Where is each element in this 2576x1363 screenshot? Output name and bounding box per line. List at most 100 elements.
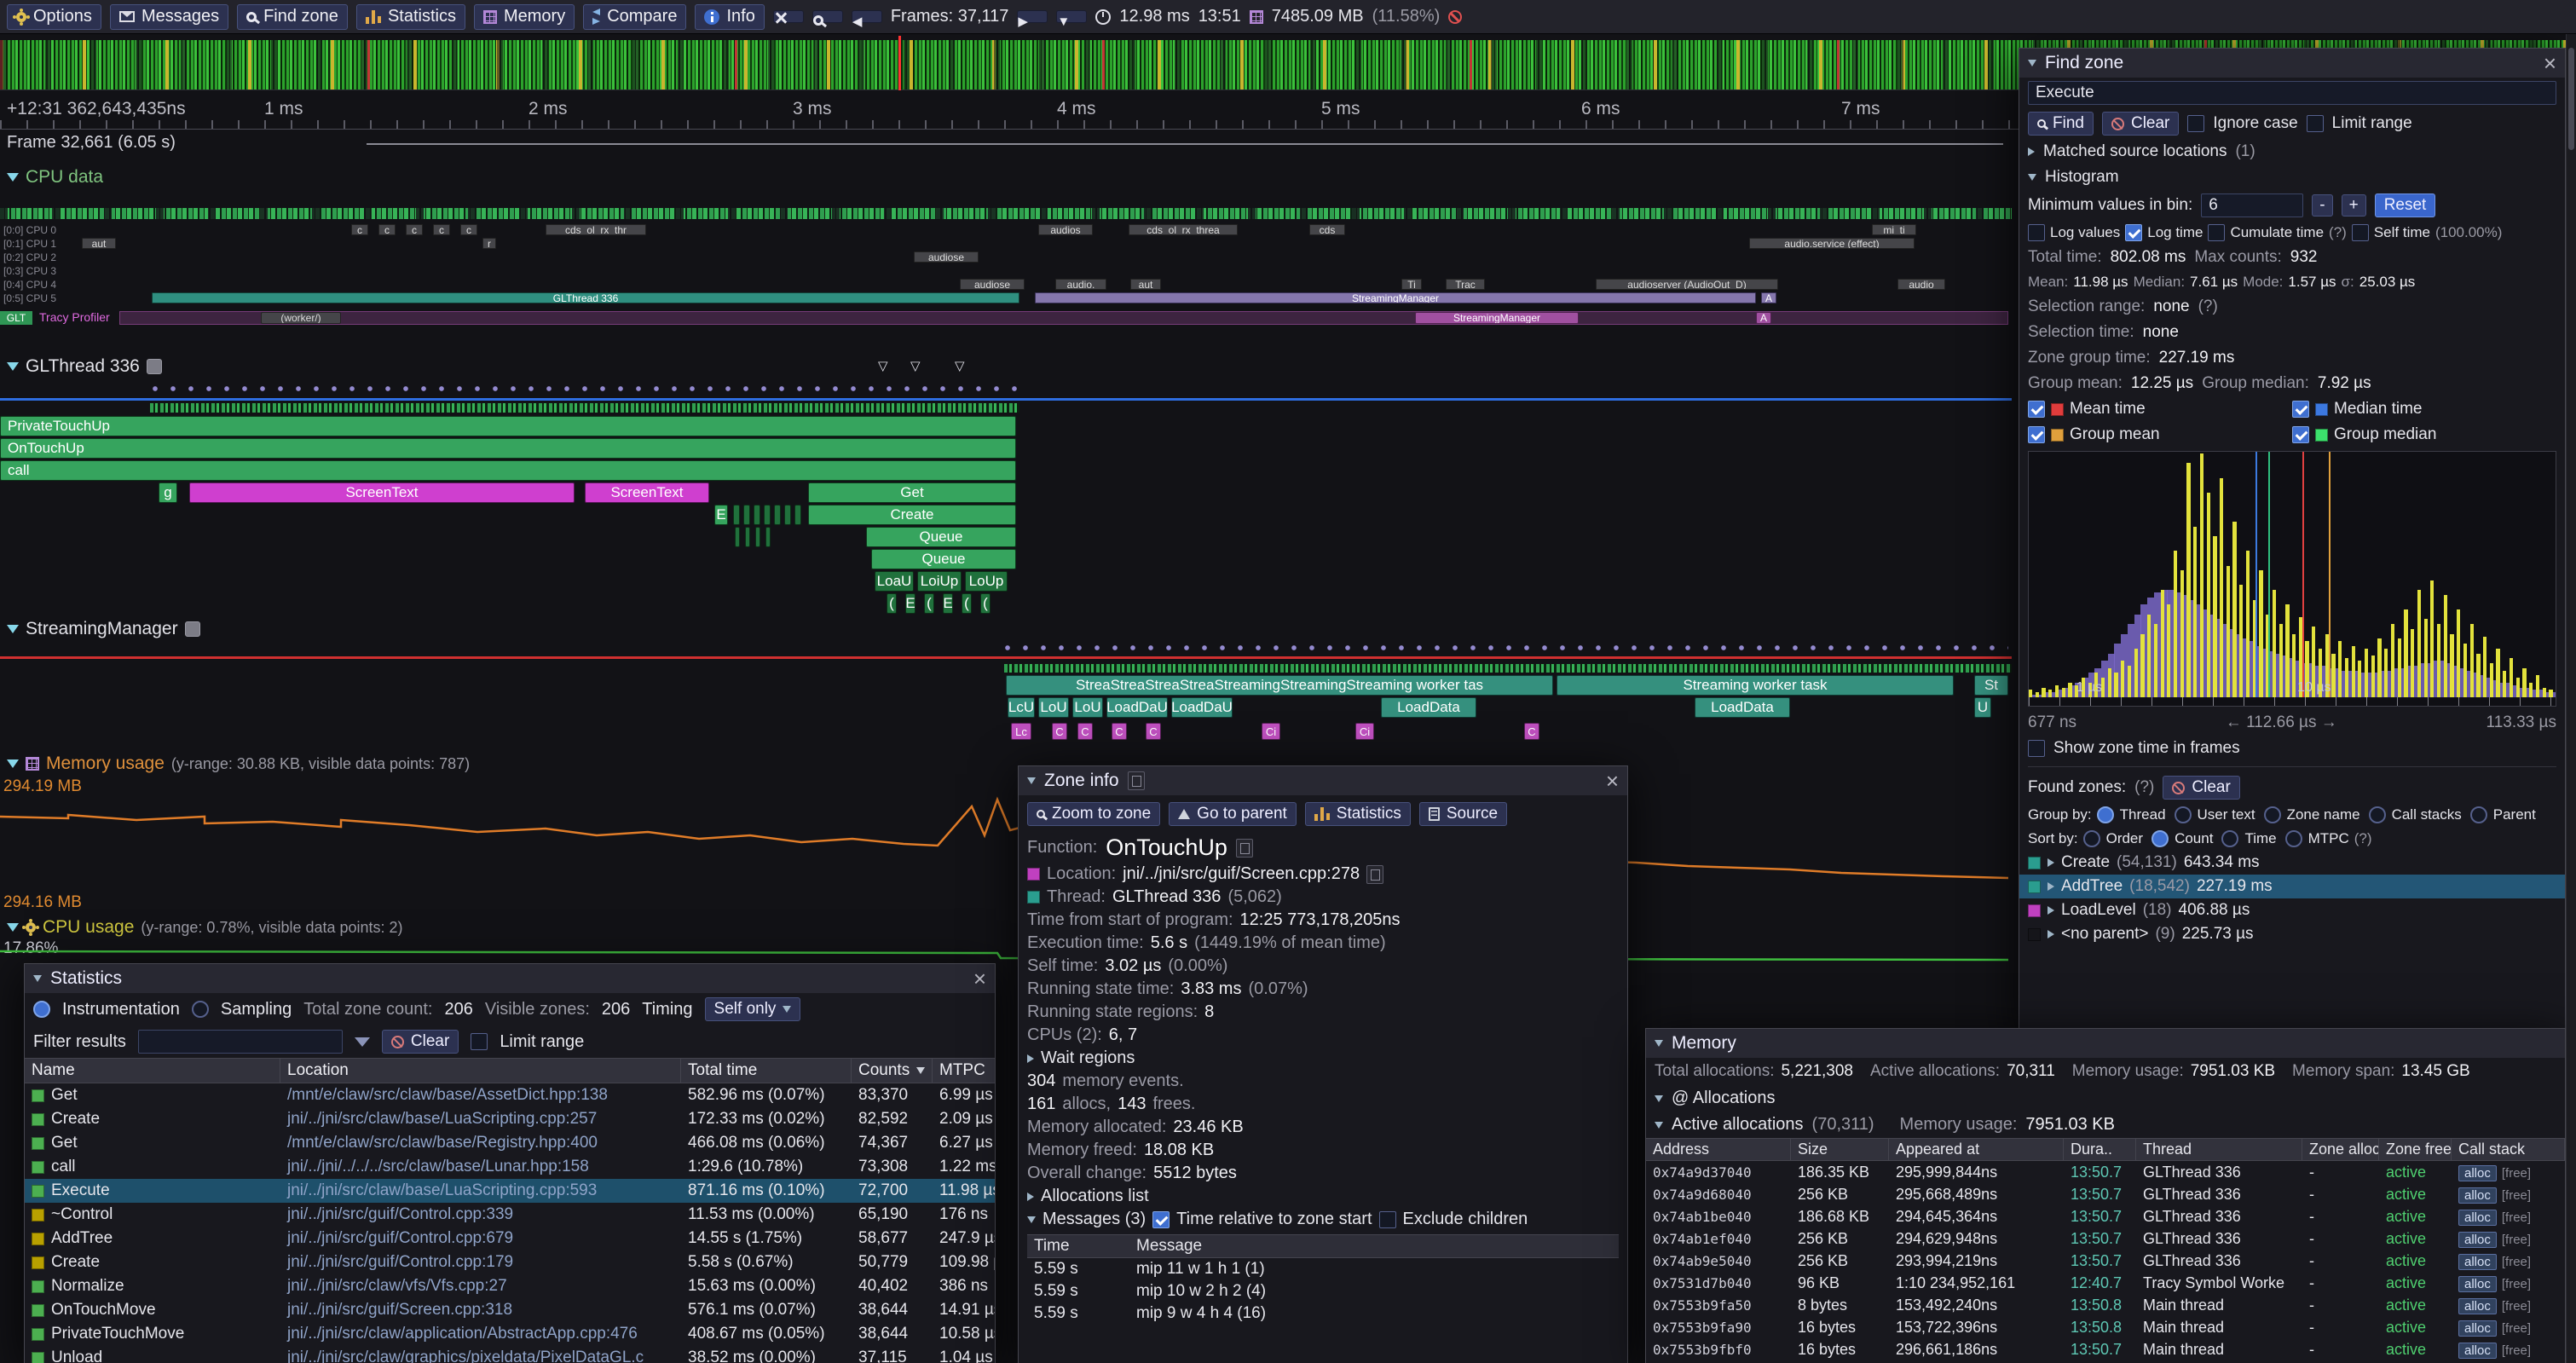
info-button[interactable]: Info [695, 4, 764, 30]
timeline-zone[interactable]: LoUp [965, 571, 1008, 592]
timeline-zone[interactable]: LoadData [1695, 697, 1790, 718]
messages-button[interactable]: Messages [110, 4, 228, 30]
thread-options-icon[interactable] [185, 621, 200, 637]
sort-by-option[interactable]: Time [2221, 830, 2276, 847]
memory-titlebar[interactable]: Memory [1646, 1029, 2565, 1058]
timeline-zone[interactable]: c [460, 224, 477, 235]
prev-frame-button[interactable]: ◀ [852, 10, 882, 23]
increase-bin-button[interactable]: + [2342, 194, 2366, 217]
close-icon[interactable]: × [2544, 52, 2556, 74]
options-button[interactable]: Options [7, 4, 101, 30]
sampling-radio[interactable] [192, 1001, 209, 1018]
allocation-row[interactable]: 0x74ab9e5040 256 KB 293,994,219ns 13:50.… [1646, 1250, 2565, 1272]
find-zone-titlebar[interactable]: Find zone × [2019, 49, 2565, 78]
help-icon[interactable]: (?) [2354, 830, 2372, 847]
allocations-section-header[interactable]: @ Allocations [1646, 1085, 2565, 1112]
ignore-case-checkbox[interactable] [2187, 115, 2204, 132]
timeline-zone[interactable]: C [1077, 723, 1093, 740]
thread-value[interactable]: GLThread 336 [1112, 887, 1222, 907]
find-button[interactable]: Find [2028, 112, 2094, 136]
alloc-callstack-button[interactable]: alloc [2458, 1320, 2497, 1337]
timeline-zone[interactable]: LoadData [1381, 697, 1476, 718]
statistics-button[interactable]: Statistics [1305, 802, 1411, 826]
timeline-zone[interactable]: LoU [1072, 697, 1103, 718]
sort-by-option[interactable]: MTPC [2285, 830, 2349, 847]
allocation-row[interactable]: 0x7553b9fa50 8 bytes 153,492,240ns 13:50… [1646, 1294, 2565, 1316]
frame-row[interactable]: Frame 32,661 (6.05 s) [0, 133, 2012, 155]
column-header[interactable]: Name [25, 1059, 280, 1083]
timeline-zone[interactable]: audioserver (AudioOut_D) [1596, 279, 1778, 290]
group-by-option[interactable]: Parent [2470, 806, 2536, 823]
timeline-zone[interactable]: aut [1130, 279, 1161, 290]
table-row[interactable]: Get /mnt/e/claw/src/claw/base/AssetDict.… [25, 1083, 995, 1107]
timeline-zone[interactable] [794, 505, 801, 525]
log-time-checkbox[interactable] [2125, 224, 2142, 241]
timeline-zone[interactable]: A [1756, 312, 1771, 324]
column-header[interactable]: MTPC [933, 1059, 996, 1083]
exclude-children-checkbox[interactable] [1379, 1211, 1396, 1228]
timeline-zone[interactable]: LoaU [875, 571, 914, 592]
column-header[interactable]: Zone alloc [2302, 1139, 2379, 1160]
timeline-zone[interactable]: Ci [1355, 723, 1374, 740]
timeline-zone[interactable]: (worker/) [261, 312, 341, 324]
timeline-zone[interactable]: StreaStreaStreaStreaStreamingStreamingSt… [1006, 675, 1553, 696]
alloc-callstack-button[interactable]: alloc [2458, 1210, 2497, 1226]
group-by-option[interactable]: User text [2175, 806, 2255, 823]
filter-icon[interactable] [355, 1037, 370, 1047]
timeline-zone[interactable]: mi_ti [1872, 224, 1916, 235]
timeline-zone[interactable]: OnTouchUp [0, 438, 1016, 459]
sort-by-option[interactable]: Count [2151, 830, 2213, 847]
column-header[interactable]: Thread [2136, 1139, 2302, 1160]
timeline-zone[interactable] [754, 505, 760, 525]
next-frame-button[interactable]: ▶ [1017, 10, 1048, 23]
timeline-zone[interactable]: audios [1038, 224, 1093, 235]
timeline-zone[interactable]: r [482, 238, 496, 249]
column-header[interactable]: Zone free [2379, 1139, 2452, 1160]
active-allocations-header[interactable]: Active allocations (70,311) Memory usage… [1646, 1112, 2565, 1138]
column-header[interactable]: Call stack [2452, 1139, 2565, 1160]
cpu-usage-header[interactable]: CPU usage (y-range: 0.78%, visible data … [7, 917, 403, 938]
found-zone-row[interactable]: AddTree (18,542) 227.19 ms [2019, 875, 2565, 898]
column-header[interactable]: Total time [681, 1059, 852, 1083]
statistics-titlebar[interactable]: Statistics × [25, 964, 995, 993]
message-row[interactable]: 5.59 s mip 9 w 4 h 4 (16) [1027, 1302, 1619, 1325]
timeline-zone[interactable]: audio [1897, 279, 1945, 290]
timeline-zone[interactable]: Lc [1011, 723, 1031, 740]
timeline-zone[interactable]: aut [82, 238, 116, 249]
alloc-callstack-button[interactable]: alloc [2458, 1254, 2497, 1270]
cpu-data-header[interactable]: CPU data [7, 167, 103, 188]
limit-range-checkbox[interactable] [471, 1033, 488, 1050]
timeline-zone[interactable] [745, 527, 750, 547]
table-row[interactable]: call jni/../jni/../../../src/claw/base/L… [25, 1155, 995, 1179]
allocation-row[interactable]: 0x74a9d37040 186.35 KB 295,999,844ns 13:… [1646, 1161, 2565, 1183]
timeline-zone[interactable]: C [1112, 723, 1127, 740]
found-zone-row[interactable]: <no parent> (9) 225.73 µs [2019, 922, 2565, 946]
timeline-zone[interactable]: E [943, 593, 953, 614]
allocations-list-row[interactable]: Allocations list [1019, 1185, 1627, 1208]
matched-source-row[interactable]: Matched source locations (1) [2019, 139, 2565, 165]
timeline-zone[interactable]: c [433, 224, 450, 235]
alloc-callstack-button[interactable]: alloc [2458, 1298, 2497, 1314]
self-time-checkbox[interactable] [2352, 224, 2369, 241]
allocation-row[interactable]: 0x7553b9fbf0 16 bytes 296,661,186ns 13:5… [1646, 1338, 2565, 1360]
timeline-zone[interactable] [735, 527, 740, 547]
vertical-scrollbar[interactable] [2566, 34, 2576, 1363]
tools-button[interactable] [773, 10, 804, 23]
timeline-zone[interactable]: c [406, 224, 423, 235]
help-icon[interactable]: (?) [2198, 297, 2218, 316]
allocation-row[interactable]: 0x74a9d68040 256 KB 295,668,489ns 13:50.… [1646, 1183, 2565, 1205]
timeline-zone[interactable]: Get [808, 482, 1016, 503]
column-header[interactable]: Counts [852, 1059, 933, 1083]
table-row[interactable]: Execute jni/../jni/src/claw/base/LuaScri… [25, 1179, 995, 1203]
histogram-header-row[interactable]: Histogram [2019, 165, 2565, 190]
copy-icon[interactable] [1236, 839, 1253, 858]
time-relative-checkbox[interactable] [1152, 1211, 1170, 1228]
timeline-zone[interactable] [784, 505, 791, 525]
timeline-zone[interactable]: ( [980, 593, 991, 614]
timeline-zone[interactable] [733, 505, 740, 525]
timeline-zone[interactable] [765, 527, 771, 547]
help-icon[interactable]: (?) [2329, 224, 2347, 241]
column-header[interactable]: Appeared at [1889, 1139, 2064, 1160]
table-row[interactable]: OnTouchMove jni/../jni/src/guif/Screen.c… [25, 1298, 995, 1322]
legend-checkbox[interactable] [2028, 426, 2045, 443]
